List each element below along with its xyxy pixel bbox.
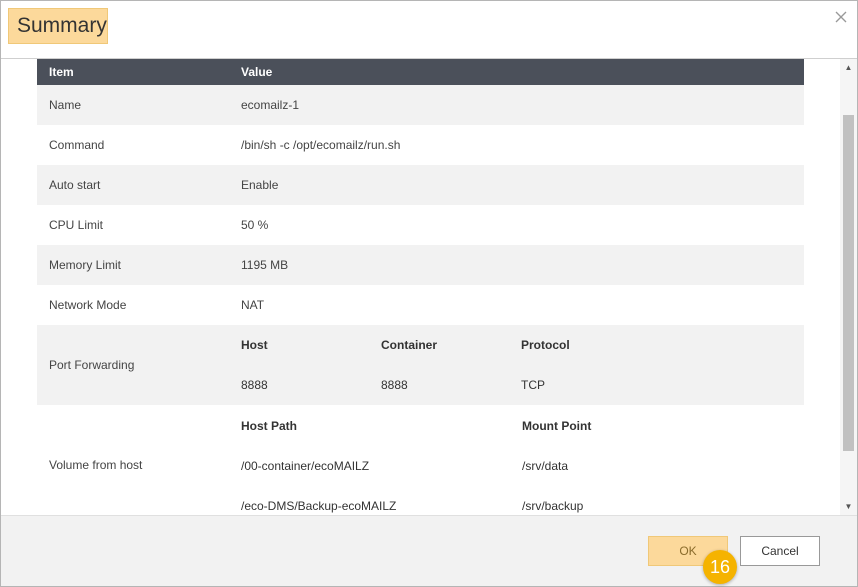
port-header-container: Container [381, 338, 438, 352]
dialog-header: Summary [1, 1, 857, 59]
row-key: Memory Limit [49, 258, 122, 272]
volume-mount-point: /srv/backup [522, 499, 584, 513]
summary-dialog: Summary Item Value Name ecomailz-1 Comma… [0, 0, 858, 587]
table-row: Memory Limit 1195 MB [37, 245, 804, 285]
row-value: NAT [241, 298, 265, 312]
dialog-footer: OK Cancel 16 [1, 515, 857, 586]
row-value: 1195 MB [241, 258, 289, 272]
step-badge: 16 [703, 550, 737, 584]
table-row: Name ecomailz-1 [37, 85, 804, 125]
port-container-value: 8888 [381, 378, 408, 392]
volume-header-host-path: Host Path [241, 419, 298, 433]
row-key: Auto start [49, 178, 101, 192]
table-row: Network Mode NAT [37, 285, 804, 325]
row-key: Name [49, 98, 82, 112]
row-value: Enable [241, 178, 279, 192]
scroll-down-arrow-icon[interactable]: ▼ [840, 498, 857, 515]
volume-host-path: /00-container/ecoMAILZ [241, 459, 370, 473]
header-item: Item [49, 65, 74, 79]
table-row: CPU Limit 50 % [37, 205, 804, 245]
summary-table: Item Value Name ecomailz-1 Command /bin/… [37, 59, 804, 515]
row-key: Volume from host [49, 458, 143, 472]
dialog-title: Summary [8, 8, 108, 44]
row-value: /bin/sh -c /opt/ecomailz/run.sh [241, 138, 401, 152]
volume-row: Volume from host Host Path Mount Point /… [37, 405, 804, 515]
vertical-scrollbar[interactable]: ▲ ▼ [840, 59, 857, 515]
volume-mount-point: /srv/data [522, 459, 569, 473]
port-host-value: 8888 [241, 378, 268, 392]
row-key: Network Mode [49, 298, 127, 312]
dialog-body: Item Value Name ecomailz-1 Command /bin/… [1, 59, 857, 515]
row-key: CPU Limit [49, 218, 104, 232]
port-header-protocol: Protocol [521, 338, 570, 352]
volume-header-mount-point: Mount Point [522, 419, 592, 433]
port-protocol-value: TCP [521, 378, 545, 392]
scroll-up-arrow-icon[interactable]: ▲ [840, 59, 857, 76]
port-header-host: Host [241, 338, 268, 352]
row-value: 50 % [241, 218, 269, 232]
scrollbar-thumb[interactable] [843, 115, 854, 451]
close-icon[interactable] [833, 9, 849, 25]
port-forwarding-row: Port Forwarding Host Container Protocol … [37, 325, 804, 405]
table-header: Item Value [37, 59, 804, 85]
header-value: Value [241, 65, 273, 79]
row-key: Port Forwarding [49, 358, 135, 372]
row-key: Command [49, 138, 105, 152]
row-value: ecomailz-1 [241, 98, 300, 112]
volume-host-path: /eco-DMS/Backup-ecoMAILZ [241, 499, 397, 513]
cancel-button[interactable]: Cancel [740, 536, 820, 566]
table-row: Auto start Enable [37, 165, 804, 205]
table-row: Command /bin/sh -c /opt/ecomailz/run.sh [37, 125, 804, 165]
